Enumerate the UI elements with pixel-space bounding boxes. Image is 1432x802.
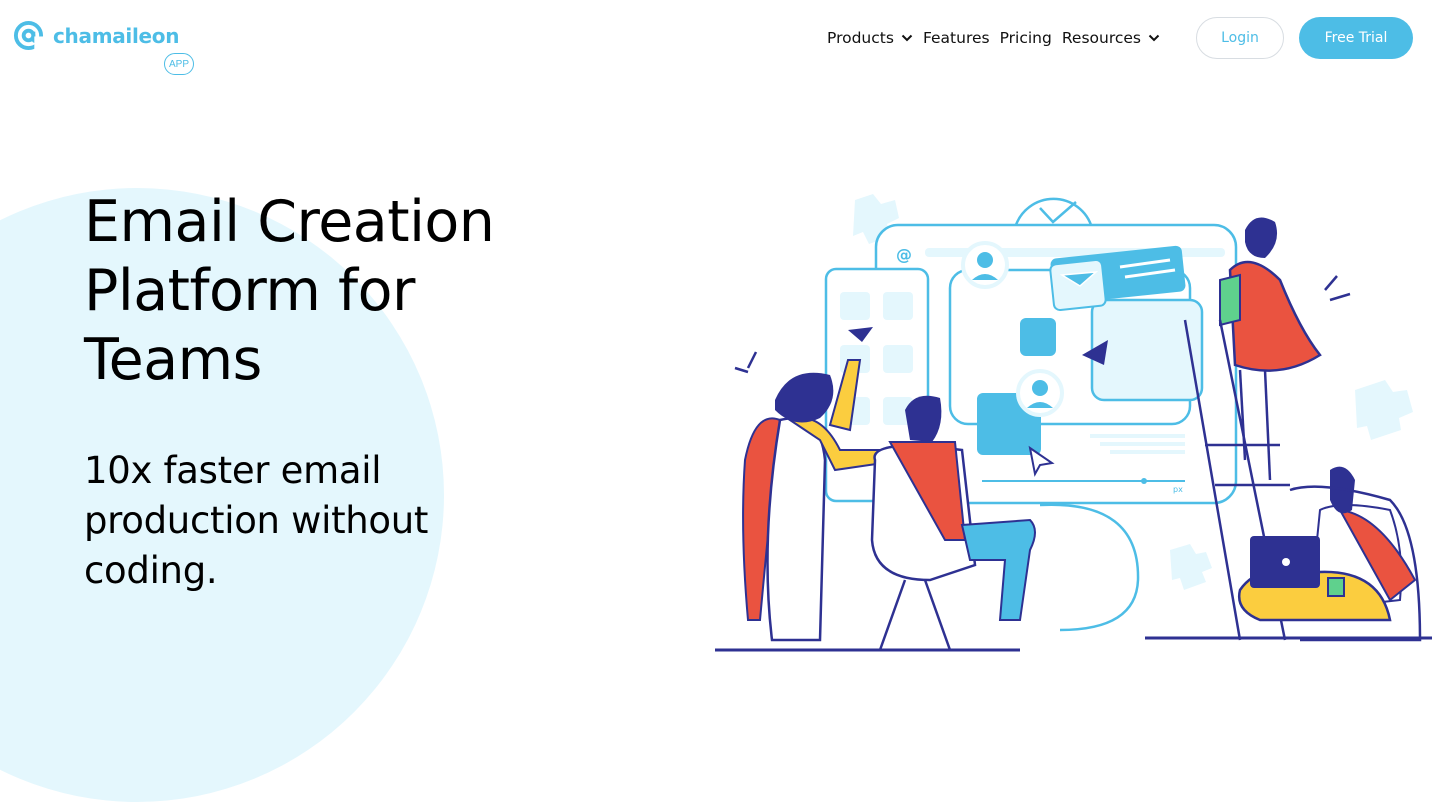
hero-subtitle: 10x faster email production without codi… bbox=[84, 449, 429, 592]
logo[interactable]: chamaileon bbox=[13, 20, 179, 51]
free-trial-button[interactable]: Free Trial bbox=[1299, 17, 1413, 59]
at-sign-icon bbox=[13, 20, 44, 51]
nav-features-label: Features bbox=[922, 29, 990, 47]
hero-title: Email Creation Platform for Teams bbox=[84, 189, 495, 393]
nav-pricing-label: Pricing bbox=[999, 29, 1052, 47]
chevron-down-icon bbox=[1148, 34, 1160, 42]
preview-panel bbox=[1090, 298, 1204, 402]
main-nav: Products Features Pricing Resources bbox=[827, 17, 1170, 59]
nav-resources-label: Resources bbox=[1061, 29, 1142, 47]
nav-pricing[interactable]: Pricing bbox=[1000, 29, 1052, 47]
nav-features[interactable]: Features bbox=[923, 29, 990, 47]
at-icon: @ bbox=[896, 245, 912, 264]
chevron-down-icon bbox=[901, 34, 913, 42]
login-button[interactable]: Login bbox=[1196, 17, 1284, 59]
nav-resources[interactable]: Resources bbox=[1062, 29, 1160, 47]
unit-label: px bbox=[1173, 485, 1183, 494]
nav-products[interactable]: Products bbox=[827, 29, 913, 47]
brand-name: chamaileon bbox=[53, 23, 180, 48]
app-badge: APP bbox=[164, 53, 194, 75]
person-with-laptop bbox=[1237, 466, 1422, 642]
nav-products-label: Products bbox=[827, 29, 894, 47]
hero-illustration: @ px bbox=[715, 194, 1432, 652]
clock-icon bbox=[1013, 197, 1094, 229]
